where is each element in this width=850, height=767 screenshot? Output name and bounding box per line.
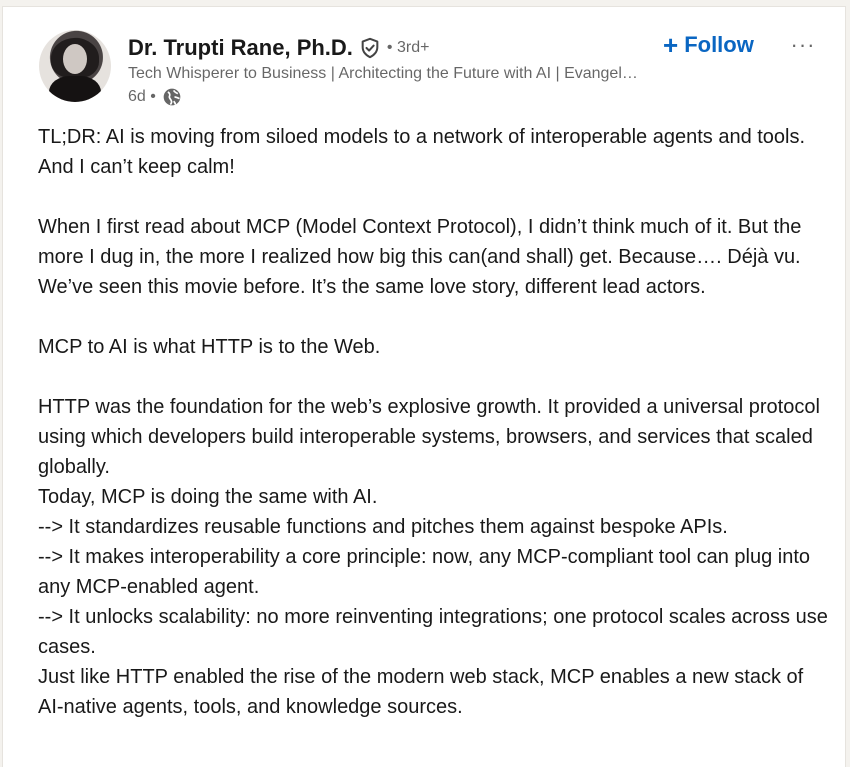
author-avatar[interactable] xyxy=(39,30,111,102)
follow-label: Follow xyxy=(684,32,754,57)
author-name[interactable]: Dr. Trupti Rane, Ph.D. xyxy=(128,35,353,61)
avatar-body xyxy=(49,76,101,102)
post-line: TL;DR: AI is moving from siloed models t… xyxy=(38,126,806,178)
more-options-button[interactable]: ··· xyxy=(785,29,821,61)
post-line: HTTP was the foundation for the web’s ex… xyxy=(38,396,820,478)
post-body: TL;DR: AI is moving from siloed models t… xyxy=(38,122,828,722)
post-line: Today, MCP is doing the same with AI. xyxy=(38,486,378,508)
post-line: --> It unlocks scalability: no more rein… xyxy=(38,606,828,658)
post-line: MCP to AI is what HTTP is to the Web. xyxy=(38,336,381,358)
avatar-face xyxy=(63,44,87,74)
post-spacer xyxy=(38,182,828,212)
ellipsis-icon: ··· xyxy=(790,32,816,57)
post-line: --> It standardizes reusable functions a… xyxy=(38,516,728,538)
post-line: --> It makes interoperability a core pri… xyxy=(38,546,811,598)
author-headline: Tech Whisperer to Business | Architectin… xyxy=(128,65,638,82)
post-card: Dr. Trupti Rane, Ph.D. • 3rd+ Tech Whisp… xyxy=(2,6,846,767)
globe-icon xyxy=(163,88,181,106)
plus-icon: + xyxy=(663,30,679,60)
follow-button[interactable]: + Follow xyxy=(653,29,764,61)
verified-shield-icon xyxy=(361,37,379,59)
post-meta: 6d • xyxy=(128,86,182,108)
post-spacer xyxy=(38,362,828,392)
post-line: Just like HTTP enabled the rise of the m… xyxy=(38,666,804,718)
post-spacer xyxy=(38,302,828,332)
post-line: When I first read about MCP (Model Conte… xyxy=(38,216,802,298)
connection-degree: • 3rd+ xyxy=(386,39,430,56)
post-time: 6d • xyxy=(128,88,156,105)
author-name-row: Dr. Trupti Rane, Ph.D. • 3rd+ xyxy=(128,34,429,62)
